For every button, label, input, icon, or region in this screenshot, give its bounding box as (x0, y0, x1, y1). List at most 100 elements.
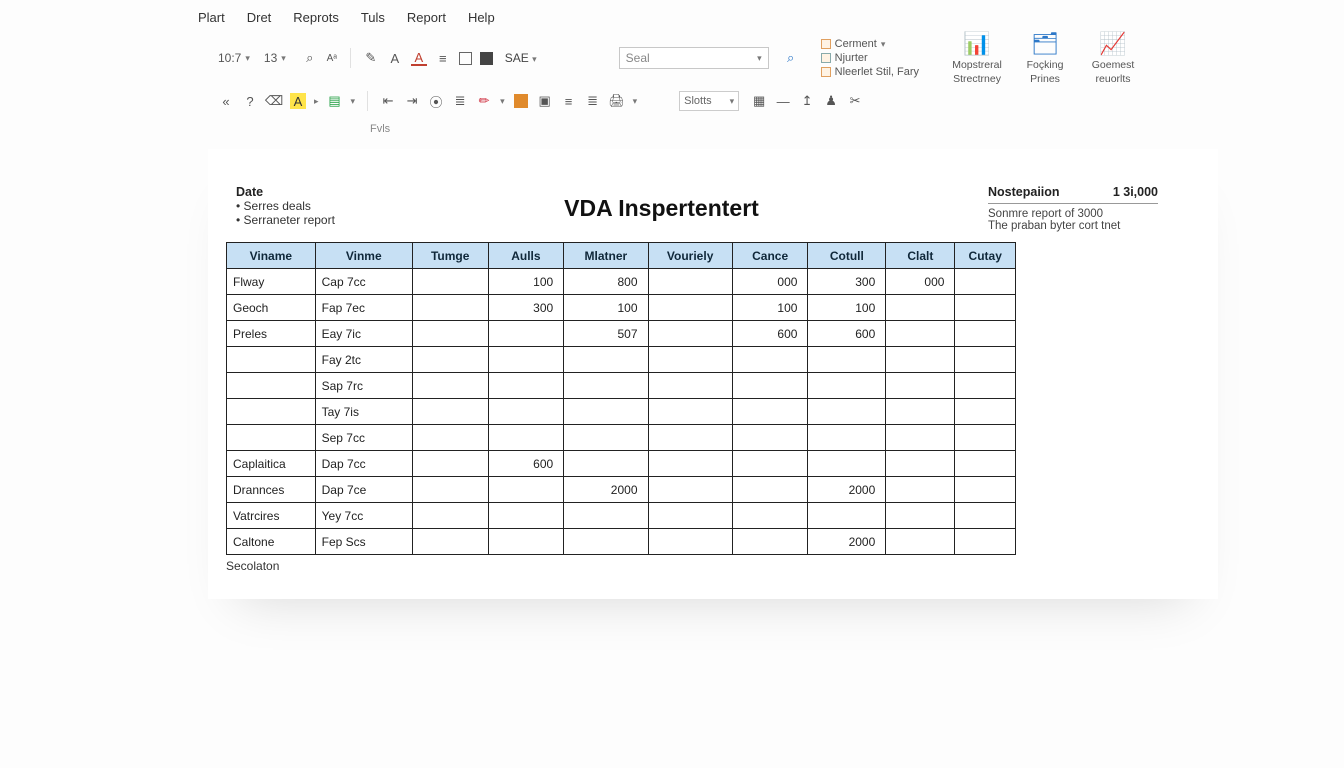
cell[interactable] (886, 529, 955, 555)
help-icon[interactable]: ? (242, 93, 258, 109)
search-go-icon[interactable]: ⌕ (783, 50, 799, 66)
cell[interactable] (955, 399, 1016, 425)
cell[interactable]: 2000 (564, 477, 648, 503)
cell[interactable] (955, 451, 1016, 477)
style-dropdown[interactable]: SAE ▾ (501, 51, 541, 65)
cell[interactable]: 000 (732, 269, 808, 295)
menu-plart[interactable]: Plart (198, 10, 225, 25)
cell[interactable] (488, 529, 564, 555)
back-icon[interactable]: « (218, 93, 234, 109)
underline-icon[interactable]: A (411, 50, 427, 66)
cell[interactable]: 100 (564, 295, 648, 321)
cell[interactable] (648, 321, 732, 347)
cell[interactable] (412, 269, 488, 295)
minus-icon[interactable]: — (775, 93, 791, 109)
cell[interactable] (732, 347, 808, 373)
cell[interactable] (732, 399, 808, 425)
grid-icon[interactable]: ▦ (751, 93, 767, 109)
cell[interactable] (886, 347, 955, 373)
cell[interactable]: 600 (732, 321, 808, 347)
cell[interactable] (564, 425, 648, 451)
menu-reports[interactable]: Reprots (293, 10, 339, 25)
cell[interactable] (412, 347, 488, 373)
cell[interactable] (412, 425, 488, 451)
menu-tuls[interactable]: Tuls (361, 10, 385, 25)
cell[interactable] (955, 425, 1016, 451)
search-input[interactable]: Seal ▾ (619, 47, 769, 69)
link-icon[interactable]: ⦿ (428, 93, 444, 109)
cell[interactable] (648, 529, 732, 555)
cell[interactable] (648, 399, 732, 425)
cell[interactable] (732, 477, 808, 503)
cell[interactable] (412, 373, 488, 399)
clear-formatting-icon[interactable]: Aᵃ (326, 50, 338, 66)
cell[interactable] (488, 321, 564, 347)
cell[interactable] (488, 399, 564, 425)
cell[interactable] (412, 295, 488, 321)
cell[interactable] (886, 321, 955, 347)
search-icon[interactable]: ⌕ (302, 50, 318, 66)
cell[interactable]: Cap 7cc (315, 269, 412, 295)
person-icon[interactable]: ♟ (823, 93, 839, 109)
cell[interactable] (488, 425, 564, 451)
cell[interactable] (564, 347, 648, 373)
align-v-icon[interactable]: ≣ (585, 93, 601, 109)
cell[interactable] (808, 399, 886, 425)
menu-dret[interactable]: Dret (247, 10, 272, 25)
eraser-icon[interactable]: ⌫ (266, 93, 282, 109)
indent-right-icon[interactable]: ⇥ (404, 93, 420, 109)
cell[interactable] (955, 347, 1016, 373)
fill-box-icon[interactable] (480, 52, 493, 65)
cell[interactable] (227, 373, 316, 399)
cell[interactable]: Caltone (227, 529, 316, 555)
foking-button[interactable]: 🗂 Foçking Prines (1015, 31, 1075, 85)
arrow-up-icon[interactable]: ↥ (799, 93, 815, 109)
cell[interactable] (488, 477, 564, 503)
cell[interactable] (955, 321, 1016, 347)
cell[interactable] (648, 477, 732, 503)
goemest-button[interactable]: 📈 Goemest reuorlts (1083, 31, 1143, 85)
cell[interactable]: 100 (732, 295, 808, 321)
cell[interactable] (808, 347, 886, 373)
cell[interactable]: 000 (886, 269, 955, 295)
cell[interactable] (412, 451, 488, 477)
cell[interactable] (808, 373, 886, 399)
cell[interactable] (955, 269, 1016, 295)
cell[interactable] (955, 503, 1016, 529)
cell[interactable] (648, 451, 732, 477)
cell[interactable] (732, 373, 808, 399)
cell[interactable]: Preles (227, 321, 316, 347)
link-nested[interactable]: Nleerlet Stil, Fary (821, 66, 919, 78)
folder-icon[interactable]: ▤ (327, 93, 343, 109)
cell[interactable]: Fep Scs (315, 529, 412, 555)
menu-help[interactable]: Help (468, 10, 495, 25)
cell[interactable] (227, 399, 316, 425)
cell[interactable] (412, 503, 488, 529)
cell[interactable]: 2000 (808, 529, 886, 555)
orange-box-icon[interactable] (513, 93, 529, 109)
cell[interactable] (648, 269, 732, 295)
cell[interactable]: Vatrcires (227, 503, 316, 529)
cell[interactable]: Fay 2tc (315, 347, 412, 373)
cell[interactable]: Drannces (227, 477, 316, 503)
cell[interactable] (412, 321, 488, 347)
cell[interactable]: Yey 7cc (315, 503, 412, 529)
cell[interactable] (227, 425, 316, 451)
cell[interactable]: 507 (564, 321, 648, 347)
cell[interactable] (886, 295, 955, 321)
paint-icon[interactable]: 🖨 (609, 93, 625, 109)
cell[interactable] (886, 373, 955, 399)
align-h-icon[interactable]: ≡ (561, 93, 577, 109)
cell[interactable]: 100 (488, 269, 564, 295)
cell[interactable] (564, 529, 648, 555)
align-left-icon[interactable]: ≡ (435, 50, 451, 66)
cell[interactable] (732, 503, 808, 529)
font-icon[interactable]: A (387, 50, 403, 66)
cell[interactable] (648, 503, 732, 529)
cell[interactable] (886, 477, 955, 503)
cell[interactable]: Caplaitica (227, 451, 316, 477)
zoom-control[interactable]: 10:7 ▾ (218, 51, 250, 65)
cell[interactable] (648, 295, 732, 321)
cell[interactable]: 2000 (808, 477, 886, 503)
list-icon[interactable]: ≣ (452, 93, 468, 109)
